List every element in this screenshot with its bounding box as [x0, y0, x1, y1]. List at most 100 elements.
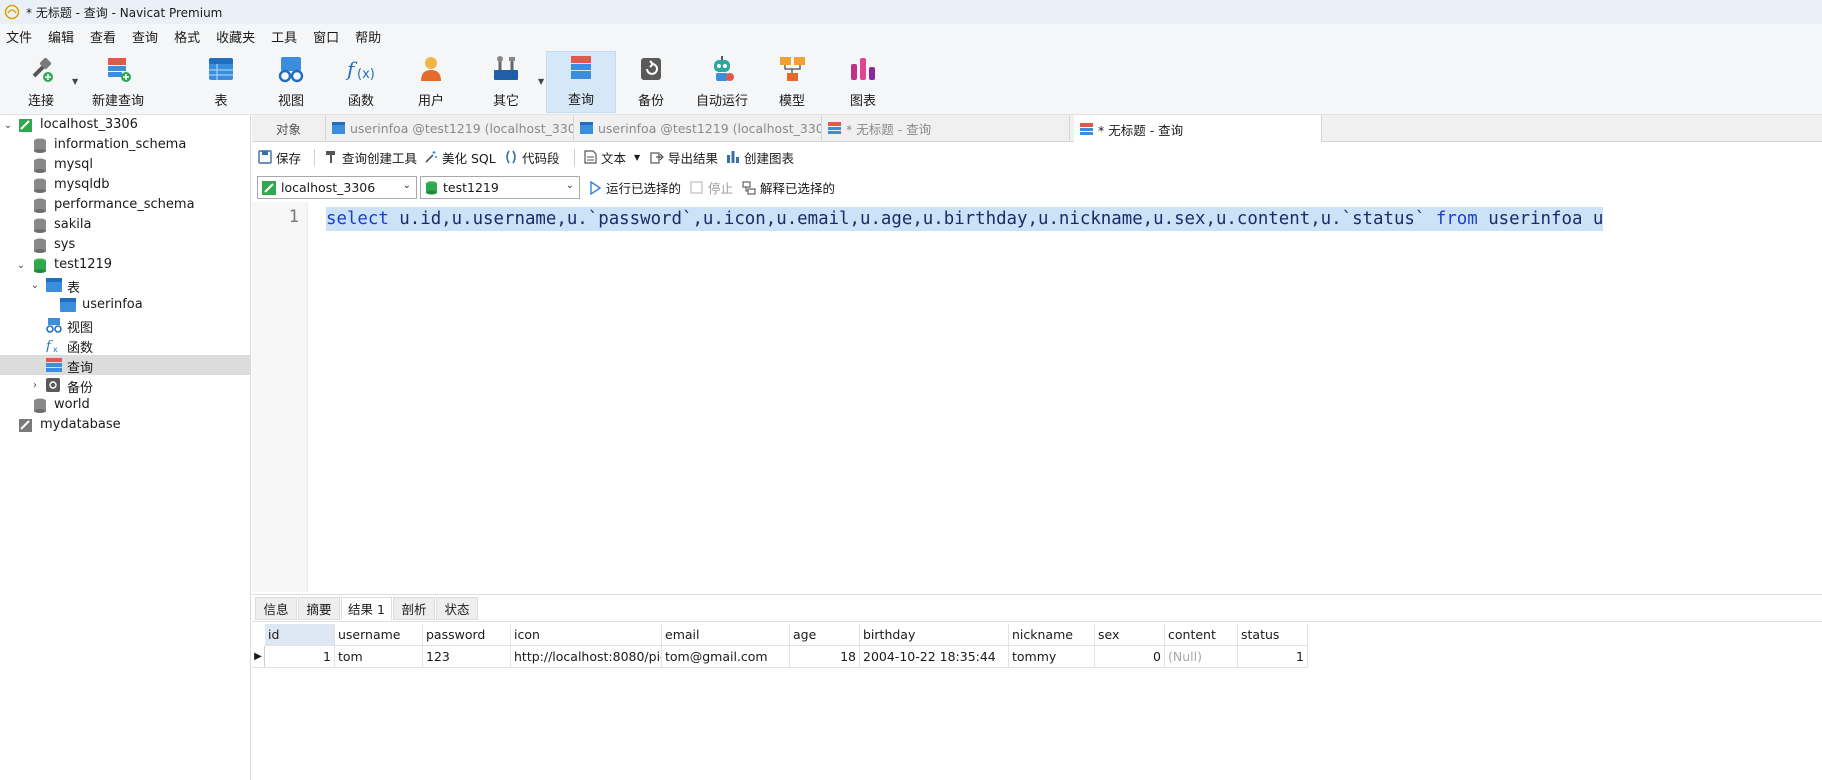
table-button[interactable]: 表: [202, 51, 240, 113]
tab-status[interactable]: 状态: [436, 597, 478, 620]
tree-db-performance-schema[interactable]: performance_schema: [0, 195, 250, 215]
query-builder-button[interactable]: 查询创建工具: [324, 142, 417, 172]
run-selected-label: 运行已选择的: [606, 181, 682, 196]
other-button[interactable]: 其它: [488, 51, 524, 113]
function-button[interactable]: f (x) 函数: [342, 51, 380, 113]
tree-db-world[interactable]: world: [0, 395, 250, 415]
sql-editor[interactable]: 1 select u.id,u.username,u.`password`,u.…: [252, 202, 1822, 592]
menu-tools[interactable]: 工具: [268, 27, 310, 46]
table-cell[interactable]: 1: [265, 646, 335, 668]
menu-edit[interactable]: 编辑: [45, 27, 87, 46]
collapse-chevron-icon[interactable]: ⌄: [16, 260, 26, 271]
save-button[interactable]: 保存: [258, 142, 301, 172]
column-header-status[interactable]: status: [1238, 624, 1308, 646]
tree-db-information-schema[interactable]: information_schema: [0, 135, 250, 155]
table-cell[interactable]: tom@gmail.com: [662, 646, 790, 668]
column-header-birthday[interactable]: birthday: [860, 624, 1009, 646]
model-button[interactable]: 模型: [773, 51, 811, 113]
tree-db-mysqldb[interactable]: mysqldb: [0, 175, 250, 195]
code-snippet-button[interactable]: 代码段: [504, 142, 560, 172]
chart-button[interactable]: 图表: [844, 51, 882, 113]
tree-table-userinfoa[interactable]: userinfoa: [0, 295, 250, 315]
text-dropdown-icon[interactable]: ▼: [634, 153, 640, 162]
table-cell[interactable]: 0: [1095, 646, 1165, 668]
database-open-icon: [34, 258, 46, 273]
stop-button[interactable]: 停止: [690, 176, 733, 199]
table-cell[interactable]: http://localhost:8080/pic2: [511, 646, 662, 668]
chevron-down-icon: ⌄: [565, 180, 574, 191]
menu-window[interactable]: 窗口: [310, 27, 352, 46]
tree-group-views[interactable]: 视图: [0, 315, 250, 336]
column-header-password[interactable]: password: [423, 624, 511, 646]
export-icon: [650, 152, 664, 164]
menu-file[interactable]: 文件: [4, 27, 45, 46]
tab-objects[interactable]: 对象: [252, 115, 326, 142]
new-query-button[interactable]: 新建查询: [90, 51, 146, 113]
column-header-sex[interactable]: sex: [1095, 624, 1165, 646]
table-cell-null[interactable]: (Null): [1165, 646, 1238, 668]
view-button[interactable]: 视图: [270, 51, 312, 113]
menu-query[interactable]: 查询: [129, 27, 171, 46]
database-select[interactable]: test1219 ⌄: [420, 176, 580, 199]
explain-selected-button[interactable]: 解释已选择的: [742, 176, 835, 199]
automation-button[interactable]: 自动运行: [692, 51, 752, 113]
other-dropdown-icon[interactable]: ▼: [538, 77, 544, 86]
beautify-sql-button[interactable]: 美化 SQL: [424, 142, 496, 172]
tab-profile[interactable]: 剖析: [393, 597, 435, 620]
column-header-age[interactable]: age: [790, 624, 860, 646]
tree-group-functions[interactable]: fx 函数: [0, 335, 250, 356]
column-header-id[interactable]: id: [265, 624, 335, 646]
tree-db-mysql[interactable]: mysql: [0, 155, 250, 175]
tab-summary[interactable]: 摘要: [298, 597, 340, 620]
column-header-email[interactable]: email: [662, 624, 790, 646]
current-row-arrow-icon[interactable]: ▶: [252, 646, 265, 668]
query-button[interactable]: 查询: [546, 51, 616, 113]
table-cell[interactable]: tom: [335, 646, 423, 668]
tree-db-sys[interactable]: sys: [0, 235, 250, 255]
user-button[interactable]: 用户: [411, 51, 451, 113]
menu-help[interactable]: 帮助: [352, 27, 394, 46]
tab-userinfoa-1[interactable]: userinfoa @test1219 (localhost_3306...: [326, 115, 574, 142]
connection-select[interactable]: localhost_3306 ⌄: [257, 176, 417, 199]
collapse-chevron-icon[interactable]: ⌄: [3, 120, 13, 131]
column-header-nickname[interactable]: nickname: [1009, 624, 1095, 646]
collapse-chevron-icon[interactable]: ⌄: [30, 280, 40, 291]
tree-connection-mydatabase[interactable]: mydatabase: [0, 415, 250, 435]
beautify-sql-label: 美化 SQL: [442, 150, 496, 166]
table-cell[interactable]: 1: [1238, 646, 1308, 668]
tab-userinfoa-2[interactable]: userinfoa @test1219 (localhost_3306...: [574, 115, 822, 142]
table-cell[interactable]: 123: [423, 646, 511, 668]
run-selected-button[interactable]: 运行已选择的: [588, 176, 681, 199]
tree-group-tables[interactable]: ⌄ 表: [0, 275, 250, 296]
tree-connection-localhost[interactable]: ⌄ localhost_3306: [0, 115, 250, 135]
column-header-username[interactable]: username: [335, 624, 423, 646]
tree-db-test1219[interactable]: ⌄ test1219: [0, 255, 250, 275]
backup-button[interactable]: 备份: [632, 51, 670, 113]
tree-group-backups[interactable]: › 备份: [0, 375, 250, 396]
expand-chevron-icon[interactable]: ›: [30, 380, 40, 391]
tree-db-sakila[interactable]: sakila: [0, 215, 250, 235]
menu-favorites[interactable]: 收藏夹: [213, 27, 268, 46]
connect-button[interactable]: 连接: [18, 51, 64, 113]
sql-table-ref: userinfoa u: [1477, 209, 1604, 229]
tab-info[interactable]: 信息: [255, 597, 297, 620]
connect-dropdown-icon[interactable]: ▼: [72, 77, 78, 86]
create-chart-button[interactable]: 创建图表: [726, 142, 794, 172]
sql-code-line[interactable]: select u.id,u.username,u.`password`,u.ic…: [326, 207, 1604, 231]
result-grid[interactable]: id username password icon email age birt…: [252, 621, 1822, 780]
tab-untitled-query-2[interactable]: * 无标题 - 查询: [1074, 115, 1322, 143]
menu-view[interactable]: 查看: [87, 27, 129, 46]
column-header-content[interactable]: content: [1165, 624, 1238, 646]
create-chart-label: 创建图表: [744, 150, 795, 166]
tab-untitled-query-1[interactable]: * 无标题 - 查询: [822, 115, 1070, 142]
export-result-button[interactable]: 导出结果: [650, 142, 718, 172]
text-mode-button[interactable]: 文本 ▼: [584, 142, 640, 172]
tree-group-queries[interactable]: 查询: [0, 355, 250, 376]
connection-tree: ⌄ localhost_3306 information_schema mysq…: [0, 115, 251, 780]
table-cell[interactable]: 18: [790, 646, 860, 668]
menu-format[interactable]: 格式: [171, 27, 213, 46]
table-cell[interactable]: tommy: [1009, 646, 1095, 668]
tab-result-1[interactable]: 结果 1: [341, 597, 392, 620]
column-header-icon[interactable]: icon: [511, 624, 662, 646]
table-cell[interactable]: 2004-10-22 18:35:44: [860, 646, 1009, 668]
